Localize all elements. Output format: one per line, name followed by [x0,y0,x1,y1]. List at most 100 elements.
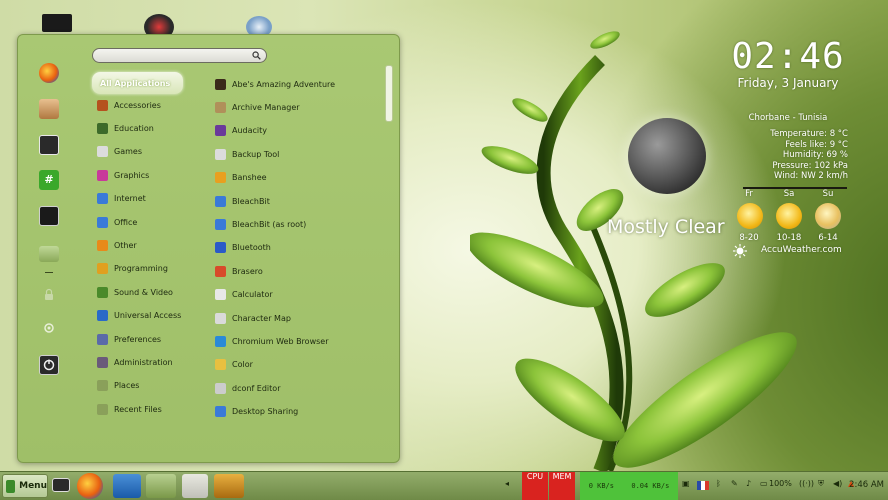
application-item[interactable]: Desktop Sharing [215,403,298,421]
application-item[interactable]: Banshee [215,169,267,187]
category-item[interactable]: Recent Files [97,400,162,418]
panel-office-icon[interactable] [182,474,208,498]
category-item[interactable]: Programming [97,260,168,278]
battery-icon[interactable]: ▭ [760,479,768,491]
cpu-label: CPU [526,472,544,481]
logout-icon[interactable] [43,322,55,334]
panel-files-icon[interactable] [146,474,176,498]
show-desktop-icon[interactable] [52,478,70,492]
mint-logo-icon [6,479,16,493]
category-icon [97,99,108,111]
pen-icon[interactable]: ✎ [731,479,738,491]
sun-icon [776,203,802,229]
favorite-terminal-hash-icon[interactable]: # [39,170,59,190]
application-icon [215,335,226,347]
category-item[interactable]: Office [97,213,137,231]
category-item[interactable]: Places [97,377,139,395]
memory-monitor[interactable]: MEM [549,472,575,500]
lock-icon[interactable] [43,288,55,301]
category-icon [97,193,108,205]
category-icon [97,403,108,415]
conky-clock: 02:46 [731,36,845,77]
application-item[interactable]: Abe's Amazing Adventure [215,75,335,93]
partly-cloudy-icon [815,203,841,229]
panel-firefox-icon[interactable] [77,473,103,499]
application-item[interactable]: Audacity [215,122,267,140]
favorite-terminal-icon[interactable] [39,206,59,226]
category-item[interactable]: Education [97,119,154,137]
category-icon [97,122,108,134]
application-label: BleachBit [232,196,270,206]
application-item[interactable]: BleachBit (as root) [215,215,306,233]
power-icon[interactable] [39,355,59,375]
application-item[interactable]: Backup Tool [215,145,279,163]
keyboard-layout-flag-icon[interactable] [697,481,709,490]
panel-media-icon[interactable] [214,474,244,498]
category-icon [97,263,108,275]
category-item[interactable]: Accessories [97,96,161,114]
application-item[interactable]: dconf Editor [215,379,280,397]
category-item[interactable]: Preferences [97,330,161,348]
application-icon [215,265,226,277]
application-item[interactable]: Color [215,356,253,374]
conky-widget: 02:46 Friday, 3 January Chorbane - Tunis… [718,36,858,258]
category-label: Accessories [114,100,161,110]
favorite-system-settings-icon[interactable] [39,135,59,155]
desktop-monitor-icon[interactable] [42,14,72,32]
menu-scrollbar[interactable] [385,65,393,122]
category-item[interactable]: Universal Access [97,307,181,325]
category-icon [97,333,108,345]
application-icon [215,125,226,137]
category-all-applications[interactable]: All Applications [92,72,183,94]
panel-package-icon[interactable] [113,474,141,498]
favorite-package-manager-icon[interactable] [39,99,59,119]
forecast-temps: 10-18 [776,233,802,243]
application-item[interactable]: Chromium Web Browser [215,332,329,350]
weather-condition: Mostly Clear [607,216,725,238]
weather-provider: AccuWeather.com [761,245,842,255]
category-label: Programming [114,264,168,274]
battery-percent: 100% [769,479,792,488]
application-item[interactable]: Character Map [215,309,291,327]
music-icon[interactable]: ♪ [746,479,751,491]
mem-label: MEM [552,472,572,481]
application-item[interactable]: Bluetooth [215,239,271,257]
volume-icon[interactable]: ◀) [833,479,842,491]
network-monitor[interactable]: 0 KB/s 0.04 KB/s [580,472,678,500]
category-icon [97,380,108,392]
search-input[interactable] [99,50,249,61]
application-item[interactable]: BleachBit [215,192,270,210]
menu-button[interactable]: Menu [2,474,48,498]
category-label: Sound & Video [114,287,173,297]
category-item[interactable]: Sound & Video [97,283,173,301]
category-item[interactable]: Administration [97,353,173,371]
favorite-firefox-icon[interactable] [39,63,59,83]
workspace-icon[interactable]: ▣ [682,479,690,491]
application-label: Desktop Sharing [232,407,299,417]
menu-search-box[interactable] [92,48,267,63]
forecast-temps: 6-14 [818,233,838,243]
panel-clock[interactable]: 2:46 AM [849,480,884,490]
shield-icon[interactable]: ⛨ [818,479,824,491]
search-icon[interactable] [252,51,261,60]
favorite-folder-icon[interactable] [39,246,59,262]
application-label: Banshee [232,173,267,183]
wifi-icon[interactable]: ((·)) [799,479,814,491]
weather-humidity: Humidity: 69 % [782,150,848,160]
panel-tray-scroll-icon[interactable]: ◂ [505,479,509,491]
application-item[interactable]: Calculator [215,286,273,304]
category-label: Internet [114,194,146,204]
category-item[interactable]: Graphics [97,166,149,184]
category-item[interactable]: Other [97,236,137,254]
category-item[interactable]: Internet [97,190,146,208]
cpu-monitor[interactable]: CPU [522,472,548,500]
category-item[interactable]: Games [97,143,142,161]
application-icon [215,406,226,418]
application-item[interactable]: Brasero [215,262,263,280]
bluetooth-icon[interactable]: ᛒ [716,479,721,491]
category-label: Other [114,240,137,250]
application-item[interactable]: Archive Manager [215,98,300,116]
conky-date: Friday, 3 January [737,76,839,90]
category-label: Administration [114,357,173,367]
application-label: Brasero [232,266,263,276]
